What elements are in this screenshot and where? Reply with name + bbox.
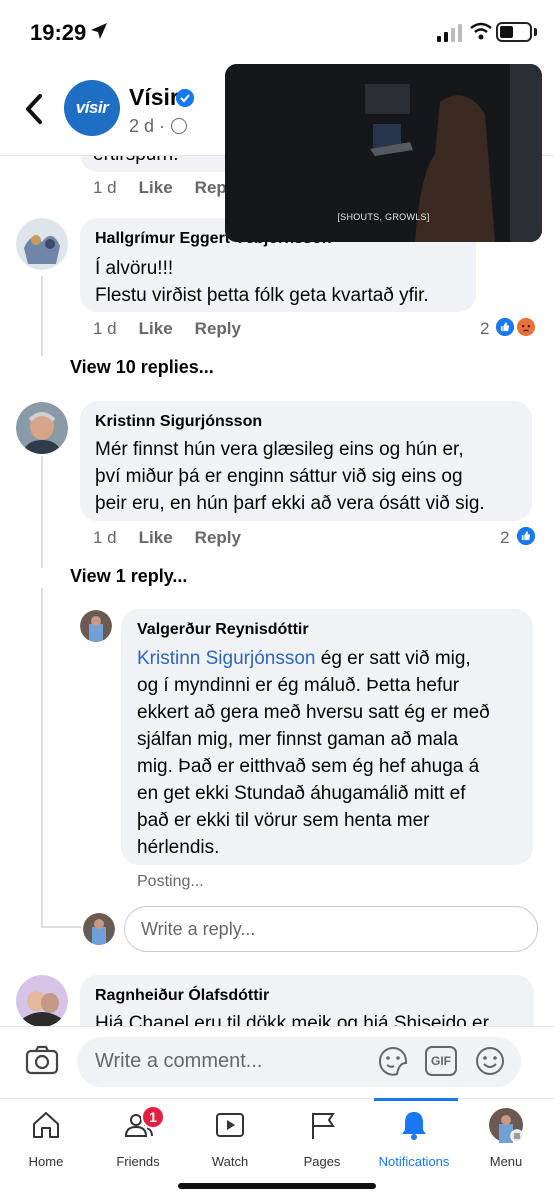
commenter-avatar[interactable] [16, 402, 68, 454]
comment-composer: Write a comment... GIF [0, 1026, 554, 1098]
status-time: 19:29 [30, 20, 87, 45]
comment-actions: 1 d Like Reply [93, 319, 263, 339]
status-bar: 19:29 [0, 0, 554, 64]
reply-input[interactable]: Write a reply... [124, 906, 538, 952]
comment-text: Mér finnst hún vera glæsileg eins og hún… [95, 439, 464, 460]
thread-line [41, 926, 81, 928]
tab-menu[interactable]: Menu [460, 1108, 552, 1171]
location-arrow-icon [91, 23, 107, 39]
active-tab-indicator [374, 1098, 458, 1101]
tab-label: Home [28, 1154, 64, 1169]
posting-status: Posting... [137, 873, 204, 890]
my-avatar [83, 913, 115, 945]
tab-label: Notifications [378, 1154, 450, 1169]
thread-line [41, 456, 43, 568]
home-indicator [178, 1183, 376, 1189]
comment-time: 1 d [93, 528, 117, 547]
home-icon [33, 1112, 59, 1138]
comment-time: 1 d [93, 178, 117, 197]
reply-text: Kristinn Sigurjónsson ég er satt við mig… [137, 648, 471, 669]
like-button[interactable]: Like [139, 178, 173, 197]
sticker-icon[interactable] [377, 1045, 409, 1077]
reply-button[interactable]: Reply [195, 528, 241, 547]
comment-text: Flestu virðist þetta fólk geta kvartað y… [95, 285, 429, 306]
tab-label: Friends [116, 1154, 160, 1169]
reply-button[interactable]: Reply [195, 319, 241, 338]
bell-icon [402, 1112, 426, 1140]
reply-text: mig. Það er eitthvað sem ég hef ahuga á [137, 756, 480, 777]
tab-label: Menu [489, 1154, 523, 1169]
like-button[interactable]: Like [139, 319, 173, 338]
watch-icon [216, 1113, 244, 1137]
gif-button[interactable]: GIF [425, 1046, 457, 1076]
tab-label: Pages [303, 1154, 341, 1169]
mention-link[interactable]: Kristinn Sigurjónsson [137, 648, 315, 669]
reply-text: ekkert að gera með hversu satt ég er með [137, 702, 490, 723]
thread-line [41, 588, 43, 928]
page-name[interactable]: Vísir [129, 84, 179, 111]
thread-line [41, 276, 43, 356]
like-reaction-icon [494, 316, 516, 338]
globe-icon [171, 118, 187, 134]
wifi-icon [470, 22, 492, 40]
tab-friends[interactable]: Friends [92, 1109, 184, 1171]
reply-text: en get ekki Stundað áhugamálið mitt ef [137, 783, 466, 804]
reply-text: sjálfan mig, mer finnst gaman að mala [137, 729, 459, 750]
like-button[interactable]: Like [139, 528, 173, 547]
emoji-icon[interactable] [474, 1045, 506, 1077]
comment-text: því miður þá er enginn sáttur við sig ei… [95, 466, 463, 487]
back-arrow-icon[interactable] [20, 92, 48, 126]
commenter-avatar[interactable] [16, 975, 68, 1027]
reply-text: það er ekki til vörur sem henta mer [137, 810, 430, 831]
post-timestamp: 2 d · [129, 116, 166, 136]
camera-icon[interactable] [25, 1045, 59, 1075]
replier-avatar[interactable] [80, 610, 112, 642]
video-caption: [SHOUTS, GROWLS] [337, 212, 430, 222]
view-replies-link[interactable]: View 1 reply... [70, 566, 187, 587]
tab-notifications[interactable]: Notifications [368, 1109, 460, 1171]
tab-watch[interactable]: Watch [184, 1109, 276, 1171]
reply-text: hérlendis. [137, 837, 220, 858]
reply-author[interactable]: Valgerður Reynisdóttir [137, 621, 309, 639]
profile-avatar [489, 1108, 524, 1143]
flag-icon [312, 1113, 335, 1139]
page-avatar[interactable]: vísir [64, 80, 120, 136]
reply-text: og í myndinni er ég máluð. Þetta hefur [137, 675, 460, 696]
commenter-avatar[interactable] [16, 218, 68, 270]
comment-actions: 1 d Like Reply [93, 528, 263, 548]
notification-badge: 1 [141, 1105, 165, 1129]
like-reaction-icon [515, 525, 537, 547]
comment-author[interactable]: Kristinn Sigurjónsson [95, 413, 262, 431]
video-pip-player[interactable]: [SHOUTS, GROWLS] [225, 64, 542, 242]
reaction-count[interactable]: 2 [500, 528, 509, 548]
tab-pages[interactable]: Pages [276, 1109, 368, 1171]
tab-home[interactable]: Home [0, 1109, 92, 1171]
angry-reaction-icon [515, 316, 537, 338]
comment-time: 1 d [93, 319, 117, 338]
cellular-signal-icon [437, 24, 462, 42]
comment-text: þeir eru, en hún þarf ekki að vera ósátt… [95, 493, 485, 514]
view-replies-link[interactable]: View 10 replies... [70, 357, 214, 378]
battery-icon [496, 22, 532, 42]
comment-text: Í alvöru!!! [95, 258, 174, 279]
tab-label: Watch [211, 1154, 249, 1169]
verified-badge-icon [176, 89, 194, 107]
reaction-count[interactable]: 2 [480, 319, 489, 339]
comment-author[interactable]: Ragnheiður Ólafsdóttir [95, 987, 269, 1005]
